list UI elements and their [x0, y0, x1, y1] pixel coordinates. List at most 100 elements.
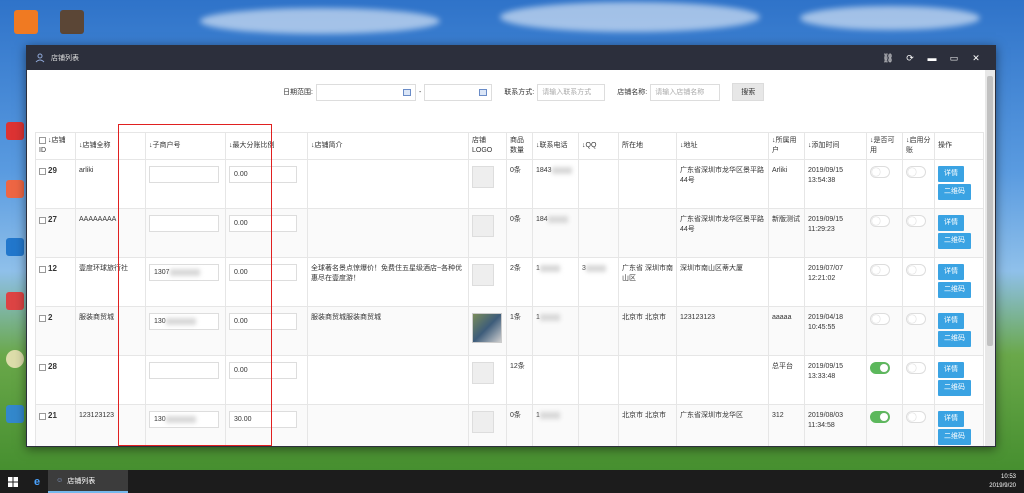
row-checkbox[interactable] [39, 167, 46, 175]
cell-logo [468, 208, 507, 258]
vertical-scrollbar[interactable] [985, 70, 995, 446]
cell-ratio: 0.00 [225, 159, 308, 209]
col-address[interactable]: ↓地址 [676, 132, 769, 160]
col-name[interactable]: ↓店铺全称 [75, 132, 146, 160]
row-checkbox[interactable] [39, 216, 46, 224]
desktop-app-icon[interactable] [6, 238, 24, 256]
col-goods: 商品数量 [506, 132, 533, 160]
select-all-checkbox[interactable] [39, 136, 46, 144]
redacted-text [585, 264, 606, 272]
split-toggle[interactable] [906, 362, 926, 374]
col-intro[interactable]: ↓店铺简介 [307, 132, 469, 160]
merchant-no-input[interactable] [149, 362, 219, 379]
clock-date: 2019/9/20 [989, 482, 1016, 489]
shop-table: ↓店铺ID ↓店铺全称 ↓子商户号 ↓最大分账比例 ↓店铺简介 店铺LOGO 商… [35, 132, 984, 446]
row-checkbox[interactable] [39, 363, 46, 371]
merchant-no-input[interactable]: 130 [149, 411, 219, 428]
minimize-icon[interactable]: ▬ [921, 46, 943, 70]
shop-name-input[interactable]: 请输入店铺名称 [650, 83, 721, 101]
desktop-app-icon[interactable] [6, 180, 24, 198]
enabled-toggle[interactable] [870, 362, 890, 374]
merchant-no-input[interactable]: 130 [149, 313, 219, 330]
qr-code-button[interactable]: 二维码 [938, 380, 971, 396]
cell-split [902, 306, 935, 356]
desktop-app-icon[interactable] [6, 350, 24, 368]
merchant-no-input[interactable] [149, 215, 219, 232]
split-toggle[interactable] [906, 166, 926, 178]
ratio-input[interactable]: 0.00 [229, 215, 297, 232]
detail-button[interactable]: 详情 [938, 362, 964, 378]
detail-button[interactable]: 详情 [938, 264, 964, 280]
split-toggle[interactable] [906, 411, 926, 423]
ratio-input[interactable]: 0.00 [229, 166, 297, 183]
merchant-no-input[interactable]: 1307 [149, 264, 219, 281]
ratio-input[interactable]: 0.00 [229, 362, 297, 379]
col-added-time[interactable]: ↓添加时间 [804, 132, 867, 160]
row-checkbox[interactable] [39, 412, 46, 420]
cell-name: AAAAAAAA [75, 208, 146, 258]
calendar-icon[interactable] [402, 88, 411, 96]
cell-owner: 总平台 [768, 355, 805, 405]
table-row: 29 arliki 0.00 0条 1843 广东省深圳市龙华区景平路44号 Arliki 2… [35, 159, 984, 209]
link-icon[interactable]: ⛓ [877, 46, 899, 70]
v-app-icon[interactable] [60, 10, 84, 34]
enabled-toggle[interactable] [870, 411, 890, 423]
window-content: 日期范围: - 联系方式: 请输入联系方式 店铺名称: 请输入店铺名称 搜索 ↓… [27, 70, 985, 446]
col-max-ratio[interactable]: ↓最大分账比例 [225, 132, 308, 160]
split-toggle[interactable] [906, 313, 926, 325]
qr-code-button[interactable]: 二维码 [938, 331, 971, 347]
calendar-icon[interactable] [479, 88, 488, 96]
date-end-input[interactable] [424, 83, 493, 101]
detail-button[interactable]: 详情 [938, 411, 964, 427]
redacted-text [547, 215, 568, 223]
enabled-toggle[interactable] [870, 166, 890, 178]
col-enabled[interactable]: ↓是否可用 [866, 132, 903, 160]
cell-intro [307, 208, 469, 258]
scrollbar-thumb[interactable] [987, 76, 993, 346]
enabled-toggle[interactable] [870, 215, 890, 227]
contact-input[interactable]: 请输入联系方式 [537, 83, 606, 101]
refresh-icon[interactable]: ⟳ [899, 46, 921, 70]
split-toggle[interactable] [906, 215, 926, 227]
detail-button[interactable]: 详情 [938, 166, 964, 182]
qr-code-button[interactable]: 二维码 [938, 233, 971, 249]
detail-button[interactable]: 详情 [938, 313, 964, 329]
row-checkbox[interactable] [39, 265, 46, 273]
split-toggle[interactable] [906, 264, 926, 276]
merchant-no-input[interactable] [149, 166, 219, 183]
col-phone[interactable]: ↓联系电话 [532, 132, 579, 160]
desktop-app-icon[interactable] [6, 292, 24, 310]
col-owner[interactable]: ↓所属用户 [768, 132, 805, 160]
desktop-app-icon[interactable] [6, 405, 24, 423]
cell-merchant-no [145, 159, 226, 209]
shop-logo [472, 264, 494, 286]
taskbar-shop-list[interactable]: ☺ 店铺列表 [48, 470, 129, 493]
ie-icon[interactable]: e [26, 470, 48, 493]
desktop-app-icon[interactable] [6, 122, 24, 140]
maximize-icon[interactable]: ▭ [943, 46, 965, 70]
row-checkbox[interactable] [39, 314, 46, 322]
enabled-toggle[interactable] [870, 264, 890, 276]
qr-code-button[interactable]: 二维码 [938, 429, 971, 445]
date-start-input[interactable] [315, 83, 416, 101]
cell-owner: aaaaa [768, 306, 805, 356]
redacted-text [165, 416, 196, 423]
ratio-input[interactable]: 30.00 [229, 411, 297, 428]
col-qq[interactable]: ↓QQ [578, 132, 619, 160]
enabled-toggle[interactable] [870, 313, 890, 325]
col-split[interactable]: ↓启用分账 [902, 132, 935, 160]
ratio-input[interactable]: 0.00 [229, 264, 297, 281]
qr-code-button[interactable]: 二维码 [938, 282, 971, 298]
start-button[interactable] [0, 470, 26, 493]
cell-name [75, 355, 146, 405]
close-icon[interactable]: ✕ [965, 46, 987, 70]
cell-location [618, 159, 677, 209]
user-icon: ☺ [56, 477, 64, 484]
qr-code-button[interactable]: 二维码 [938, 184, 971, 200]
ratio-input[interactable]: 0.00 [229, 313, 297, 330]
detail-button[interactable]: 详情 [938, 215, 964, 231]
search-button[interactable]: 搜索 [732, 83, 765, 101]
col-id[interactable]: ↓店铺ID [35, 132, 76, 160]
system-clock[interactable]: 10:53 2019/9/20 [989, 473, 1024, 491]
col-merchant-no[interactable]: ↓子商户号 [145, 132, 226, 160]
